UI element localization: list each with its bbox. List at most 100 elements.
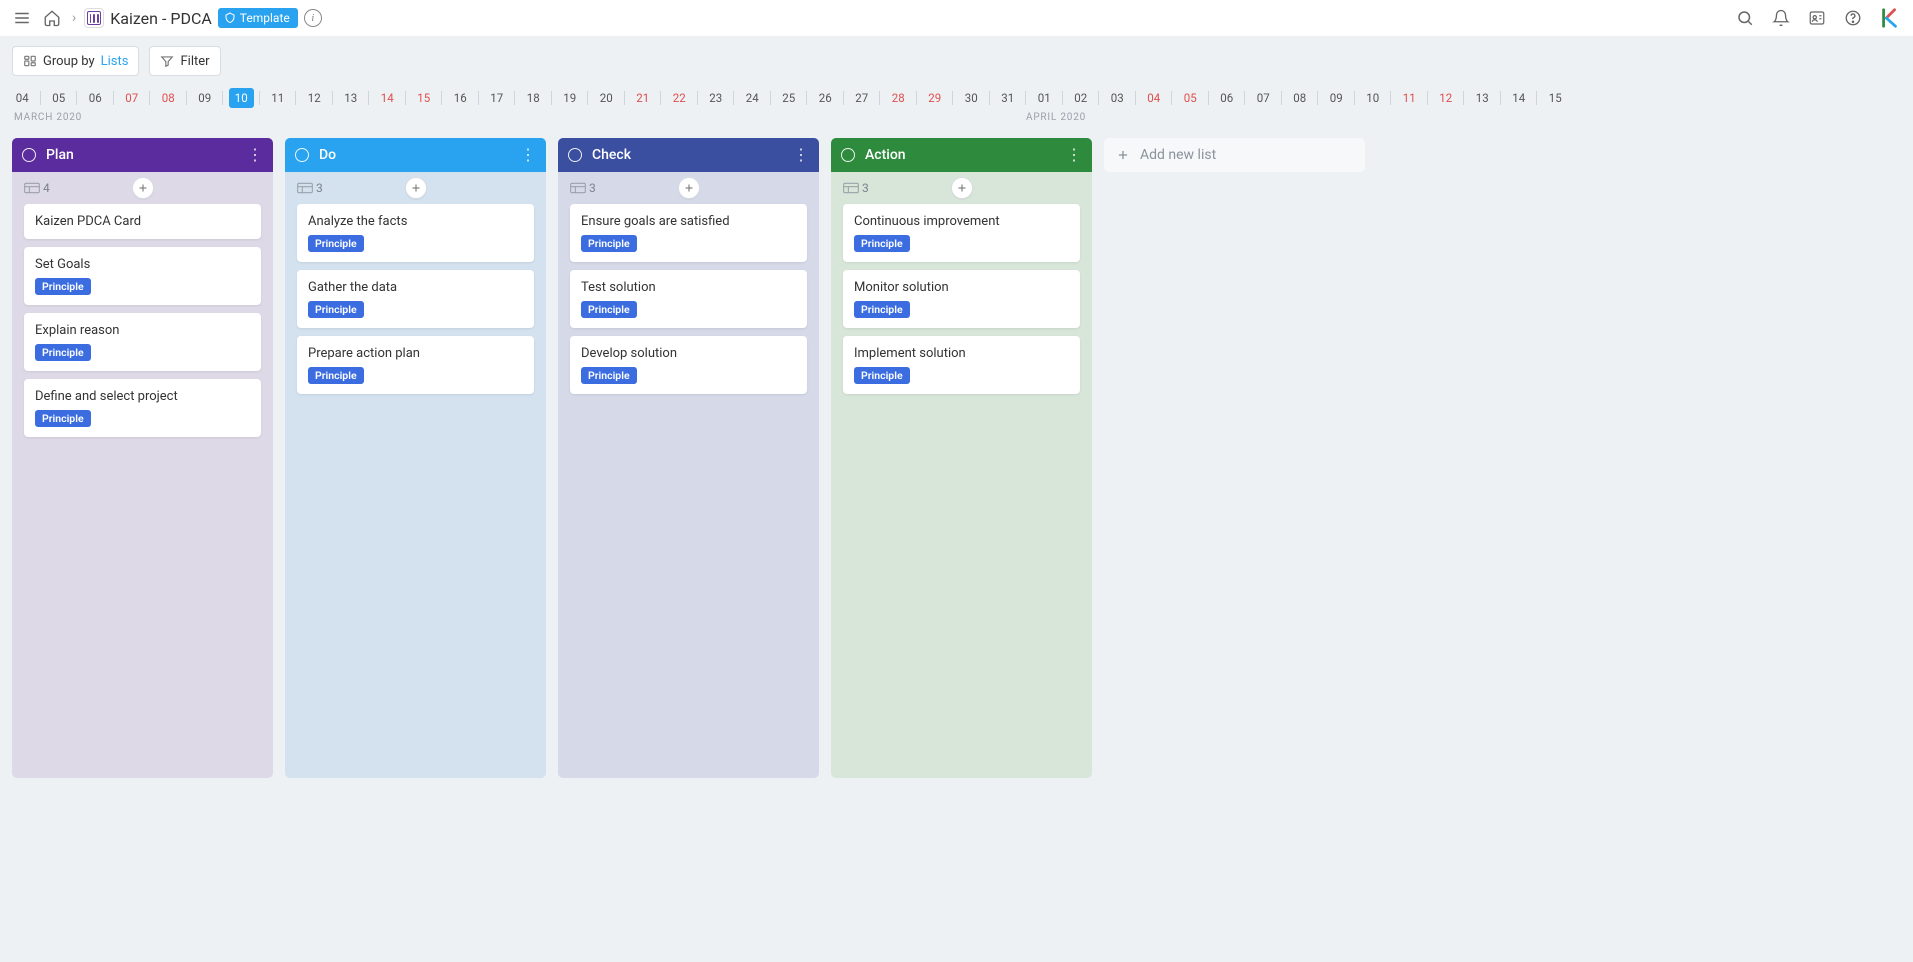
timeline-day[interactable]: 16: [442, 91, 479, 105]
card-label: Principle: [308, 235, 364, 252]
timeline-day[interactable]: 13: [333, 91, 370, 105]
board[interactable]: Plan ⋮ 4 Kaizen PDCA Card Set GoalsPrinci…: [0, 128, 1913, 962]
timeline[interactable]: 0405060708091011121314151617181920212223…: [0, 84, 1913, 128]
card[interactable]: Prepare action plan Principle: [297, 336, 534, 394]
group-by-label: Group by: [43, 54, 95, 69]
timeline-day[interactable]: 30: [953, 91, 990, 105]
timeline-day[interactable]: 11: [1391, 91, 1428, 105]
timeline-day[interactable]: 24: [734, 91, 771, 105]
timeline-day[interactable]: 03: [1099, 91, 1136, 105]
contacts-icon[interactable]: [1805, 6, 1829, 30]
column-subheader: 4: [12, 172, 273, 204]
timeline-day[interactable]: 21: [625, 91, 662, 105]
timeline-day[interactable]: 06: [77, 91, 114, 105]
app-logo[interactable]: [1877, 6, 1903, 30]
card[interactable]: Set GoalsPrinciple: [24, 247, 261, 305]
card-title: Test solution: [581, 280, 796, 295]
timeline-day[interactable]: 20: [588, 91, 625, 105]
timeline-day[interactable]: 27: [844, 91, 881, 105]
timeline-day[interactable]: 04: [4, 91, 41, 105]
add-list-button[interactable]: Add new list: [1104, 138, 1365, 172]
timeline-day[interactable]: 31: [990, 91, 1027, 105]
timeline-day[interactable]: 26: [807, 91, 844, 105]
timeline-day[interactable]: 07: [1245, 91, 1282, 105]
timeline-day[interactable]: 05: [41, 91, 78, 105]
column-menu-icon[interactable]: ⋮: [793, 147, 809, 163]
column-header[interactable]: Do ⋮: [285, 138, 546, 172]
timeline-day[interactable]: 12: [296, 91, 333, 105]
timeline-day[interactable]: 02: [1063, 91, 1100, 105]
timeline-day[interactable]: 17: [479, 91, 516, 105]
timeline-day[interactable]: 10: [1355, 91, 1392, 105]
card[interactable]: Develop solutionPrinciple: [570, 336, 807, 394]
timeline-day[interactable]: 25: [771, 91, 808, 105]
timeline-day-label: 15: [1549, 91, 1562, 105]
help-icon[interactable]: [1841, 6, 1865, 30]
card-title: Prepare action plan: [308, 346, 523, 361]
add-card-button[interactable]: [951, 177, 973, 199]
timeline-day[interactable]: 23: [698, 91, 735, 105]
timeline-day[interactable]: 12: [1428, 91, 1465, 105]
timeline-day[interactable]: 18: [515, 91, 552, 105]
card-count-value: 3: [862, 181, 869, 195]
column-header[interactable]: Check ⋮: [558, 138, 819, 172]
column-action: Action ⋮ 3 Continuous improvementPrincip…: [831, 138, 1092, 778]
info-icon[interactable]: i: [304, 9, 322, 27]
column-body: Kaizen PDCA Card Set GoalsPrinciple Explai…: [12, 204, 273, 778]
timeline-day[interactable]: 11: [260, 91, 297, 105]
card[interactable]: Kaizen PDCA Card: [24, 204, 261, 239]
template-badge[interactable]: Template: [218, 8, 298, 28]
card-label: Principle: [308, 367, 364, 384]
timeline-day[interactable]: 13: [1464, 91, 1501, 105]
board-title[interactable]: Kaizen - PDCA: [110, 9, 212, 28]
timeline-day[interactable]: 14: [369, 91, 406, 105]
timeline-day[interactable]: 05: [1172, 91, 1209, 105]
column-menu-icon[interactable]: ⋮: [1066, 147, 1082, 163]
timeline-day[interactable]: 08: [150, 91, 187, 105]
search-icon[interactable]: [1733, 6, 1757, 30]
column-subheader: 3: [558, 172, 819, 204]
column-header[interactable]: Plan ⋮: [12, 138, 273, 172]
card-count-value: 4: [43, 181, 50, 195]
timeline-day[interactable]: 15: [1537, 91, 1574, 105]
card-title: Continuous improvement: [854, 214, 1069, 229]
column-menu-icon[interactable]: ⋮: [520, 147, 536, 163]
card[interactable]: Analyze the factsPrinciple: [297, 204, 534, 262]
column-header[interactable]: Action ⋮: [831, 138, 1092, 172]
timeline-day[interactable]: 09: [1318, 91, 1355, 105]
add-card-button[interactable]: [678, 177, 700, 199]
card[interactable]: Ensure goals are satisfiedPrinciple: [570, 204, 807, 262]
timeline-day[interactable]: 08: [1282, 91, 1319, 105]
card[interactable]: Explain reasonPrinciple: [24, 313, 261, 371]
timeline-day[interactable]: 14: [1501, 91, 1538, 105]
column-menu-icon[interactable]: ⋮: [247, 147, 263, 163]
menu-icon[interactable]: [10, 6, 34, 30]
card[interactable]: Define and select projectPrinciple: [24, 379, 261, 437]
column-subheader: 3: [285, 172, 546, 204]
card[interactable]: Continuous improvementPrinciple: [843, 204, 1080, 262]
bell-icon[interactable]: [1769, 6, 1793, 30]
timeline-day-label: 15: [417, 91, 430, 105]
timeline-day[interactable]: 06: [1209, 91, 1246, 105]
timeline-day[interactable]: 04: [1136, 91, 1173, 105]
home-icon[interactable]: [40, 6, 64, 30]
timeline-day[interactable]: 07: [114, 91, 151, 105]
timeline-day[interactable]: 10: [223, 91, 260, 105]
timeline-day[interactable]: 22: [661, 91, 698, 105]
card[interactable]: Gather the dataPrinciple: [297, 270, 534, 328]
timeline-day[interactable]: 28: [880, 91, 917, 105]
card[interactable]: Implement solutionPrinciple: [843, 336, 1080, 394]
timeline-day[interactable]: 09: [187, 91, 224, 105]
timeline-day[interactable]: 15: [406, 91, 443, 105]
add-card-button[interactable]: [132, 177, 154, 199]
timeline-day[interactable]: 01: [1026, 91, 1063, 105]
timeline-day-label: 22: [673, 91, 686, 105]
timeline-day[interactable]: 29: [917, 91, 954, 105]
add-card-button[interactable]: [405, 177, 427, 199]
group-by-button[interactable]: Group by Lists: [12, 46, 139, 76]
filter-button[interactable]: Filter: [149, 46, 220, 76]
card[interactable]: Test solutionPrinciple: [570, 270, 807, 328]
timeline-day[interactable]: 19: [552, 91, 589, 105]
timeline-day-label: 13: [344, 91, 357, 105]
card[interactable]: Monitor solutionPrinciple: [843, 270, 1080, 328]
